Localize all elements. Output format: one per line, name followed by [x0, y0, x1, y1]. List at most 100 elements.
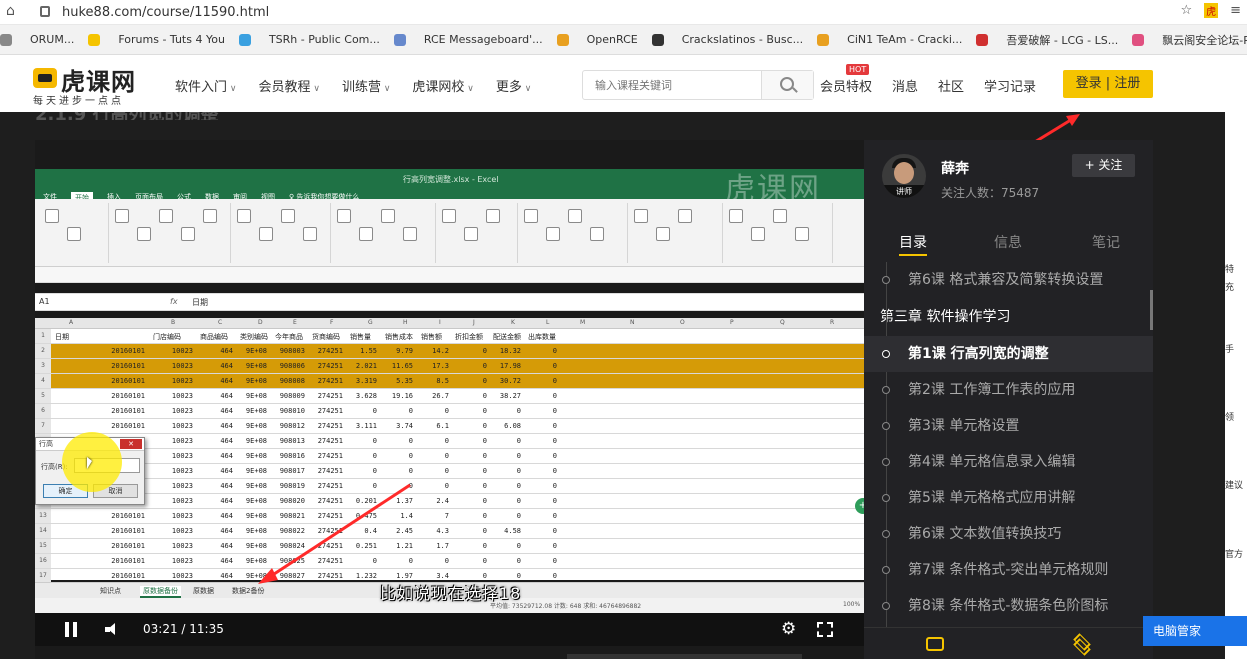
table-row[interactable]: 820160101100234649E+08908013274251000000 [35, 434, 864, 449]
column-header[interactable]: F [330, 319, 333, 326]
column-header[interactable]: B [171, 319, 175, 326]
bookmark-item[interactable]: 吾爱破解 - LCG - LS... [976, 32, 1118, 48]
lesson-item[interactable]: 第5课 单元格格式应用讲解 [864, 480, 1153, 516]
url-text[interactable]: huke88.com/course/11590.html [62, 5, 269, 20]
row-number[interactable]: 16 [35, 554, 51, 568]
nav-member[interactable]: 会员教程 [258, 76, 319, 95]
bookmark-item[interactable]: ORUM... [0, 33, 74, 46]
row-number[interactable]: 15 [35, 539, 51, 553]
table-row[interactable]: 1220160101100234649E+089080202742510.201… [35, 494, 864, 509]
pause-icon[interactable] [65, 622, 77, 637]
column-header[interactable]: K [511, 319, 515, 326]
row-number[interactable]: 4 [35, 374, 51, 388]
bookmark-item[interactable]: CiN1 TeAm - Cracki... [817, 33, 962, 46]
row-number[interactable]: 14 [35, 524, 51, 538]
sheet-tab[interactable]: 原数据备份 [140, 586, 181, 598]
bookmark-item[interactable]: OpenRCE [556, 33, 638, 46]
row-number[interactable]: 7 [35, 419, 51, 433]
tab-notes[interactable]: 笔记 [1092, 232, 1120, 252]
table-row[interactable]: 14 20160101 10023 464 9E+08 908022 274251 0.4 2.… [35, 524, 864, 539]
lesson-item[interactable]: 第1课 行高列宽的调整 [864, 336, 1153, 372]
video-player[interactable]: 行高列宽调整.xlsx - Excel 文件 开始 插入 页面布局 公式 数据 审阅 视图 ♀ … [35, 140, 864, 613]
table-row[interactable]: 2 20160101 10023 464 9E+08 908003 274251 1.55 9.… [35, 344, 864, 359]
home-icon[interactable]: ⌂ [6, 3, 15, 19]
sheet-tab[interactable]: 原数据 [193, 586, 214, 596]
nav-more[interactable]: 更多 [496, 76, 531, 95]
float-item[interactable]: 官方 [1225, 547, 1247, 560]
row-number[interactable]: 3 [35, 359, 51, 373]
table-row[interactable]: 920160101100234649E+08908016274251000000 [35, 449, 864, 464]
row-number[interactable]: 1 [35, 329, 51, 343]
table-row[interactable]: 3 20160101 10023 464 9E+08 908006 274251 2.021 1… [35, 359, 864, 374]
sheet-tab[interactable]: 知识点 [100, 586, 121, 596]
sheet-tab[interactable]: 数据2备份 [232, 586, 264, 596]
float-item[interactable]: 充 [1225, 280, 1247, 293]
scrollbar[interactable] [1150, 290, 1153, 330]
table-row[interactable]: 15 20160101 10023 464 9E+08 908024 274251 0.251… [35, 539, 864, 554]
table-row[interactable]: 13 20160101 10023 464 9E+08 908021 274251 0.475… [35, 509, 864, 524]
table-row[interactable]: 4 20160101 10023 464 9E+08 908008 274251 3.319 5… [35, 374, 864, 389]
close-icon[interactable]: ✕ [120, 439, 142, 449]
table-row[interactable]: 6 20160101 10023 464 9E+08 908010 274251 0 0 0 0 0 0 [35, 404, 864, 419]
lesson-item[interactable]: 第3课 单元格设置 [864, 408, 1153, 444]
link-history[interactable]: 学习记录 [984, 76, 1036, 95]
column-header[interactable]: M [580, 319, 585, 326]
row-number[interactable]: 13 [35, 509, 51, 523]
bookmark-item[interactable]: RCE Messageboard'... [393, 33, 543, 46]
column-header[interactable]: O [680, 319, 685, 326]
volume-icon[interactable] [105, 623, 119, 636]
login-button[interactable]: 登录 | 注册 [1063, 70, 1153, 98]
row-number[interactable]: 2 [35, 344, 51, 358]
link-vip[interactable]: 会员特权 [820, 76, 872, 95]
column-header[interactable]: H [403, 319, 408, 326]
search-input[interactable] [583, 71, 763, 99]
bookmark-item[interactable]: Crackslatinos - Busc... [651, 33, 803, 46]
column-header[interactable]: N [630, 319, 635, 326]
float-item[interactable]: 建议 [1225, 478, 1247, 491]
link-messages[interactable]: 消息 [892, 76, 918, 95]
table-row[interactable]: 5 20160101 10023 464 9E+08 908009 274251 3.628 1… [35, 389, 864, 404]
tab-info[interactable]: 信息 [994, 232, 1022, 252]
row-number[interactable]: 17 [35, 569, 51, 583]
column-header[interactable]: R [830, 319, 834, 326]
row-number[interactable]: 6 [35, 404, 51, 418]
gear-icon[interactable]: ⚙ [781, 620, 796, 638]
search-icon[interactable] [761, 71, 813, 99]
lesson-item[interactable]: 第2课 工作簿工作表的应用 [864, 372, 1153, 408]
lesson-item[interactable]: 第4课 单元格信息录入编辑 [864, 444, 1153, 480]
float-item[interactable]: 领 [1225, 410, 1247, 423]
column-header[interactable]: J [473, 319, 475, 326]
table-row[interactable]: 7 20160101 10023 464 9E+08 908012 274251 3.111 3… [35, 419, 864, 434]
nav-software[interactable]: 软件入门 [175, 76, 236, 95]
teacher-name[interactable]: 薛奔 [941, 158, 969, 178]
column-header[interactable]: D [258, 319, 263, 326]
star-icon[interactable]: ☆ [1180, 3, 1192, 18]
float-item[interactable]: 手 [1225, 342, 1247, 355]
tab-catalog[interactable]: 目录 [899, 232, 927, 252]
bookmark-item[interactable]: 飘云阁安全论坛-PY... [1132, 32, 1247, 48]
column-header[interactable]: P [730, 319, 734, 326]
pc-manager-popup[interactable]: 电脑管家 [1143, 616, 1247, 646]
extension-icon[interactable]: 虎 [1204, 3, 1219, 18]
table-row[interactable]: 1020160101100234649E+0890801727425100000… [35, 464, 864, 479]
menu-icon[interactable]: ≡ [1230, 3, 1241, 18]
table-row[interactable]: 1120160101100234649E+0890801927425100000… [35, 479, 864, 494]
bookmark-item[interactable]: Forums - Tuts 4 You [88, 33, 225, 46]
column-header[interactable]: Q [780, 319, 785, 326]
column-header[interactable]: I [439, 319, 441, 326]
column-header[interactable]: G [368, 319, 373, 326]
layers-icon[interactable] [1072, 634, 1090, 652]
lesson-item[interactable]: 第7课 条件格式-突出单元格规则 [864, 552, 1153, 588]
bookmark-item[interactable]: TSRh - Public Com... [238, 33, 380, 46]
float-item[interactable]: 特 [1225, 262, 1247, 275]
table-row[interactable]: 1 日期 门店编码 商品编码 类别编码 今年商品 货商编码 销售量 销售成本 销售额 折扣金额 配送金… [35, 329, 864, 344]
link-community[interactable]: 社区 [938, 76, 964, 95]
comment-icon[interactable] [926, 637, 944, 651]
column-header[interactable]: C [218, 319, 222, 326]
row-number[interactable]: 5 [35, 389, 51, 403]
fullscreen-icon[interactable] [817, 622, 833, 637]
column-header[interactable]: E [293, 319, 297, 326]
follow-button[interactable]: + 关注 [1072, 154, 1135, 177]
table-row[interactable]: 16 20160101 10023 464 9E+08 908025 274251 0 0 0 0 0… [35, 554, 864, 569]
column-header[interactable]: A [69, 319, 73, 326]
